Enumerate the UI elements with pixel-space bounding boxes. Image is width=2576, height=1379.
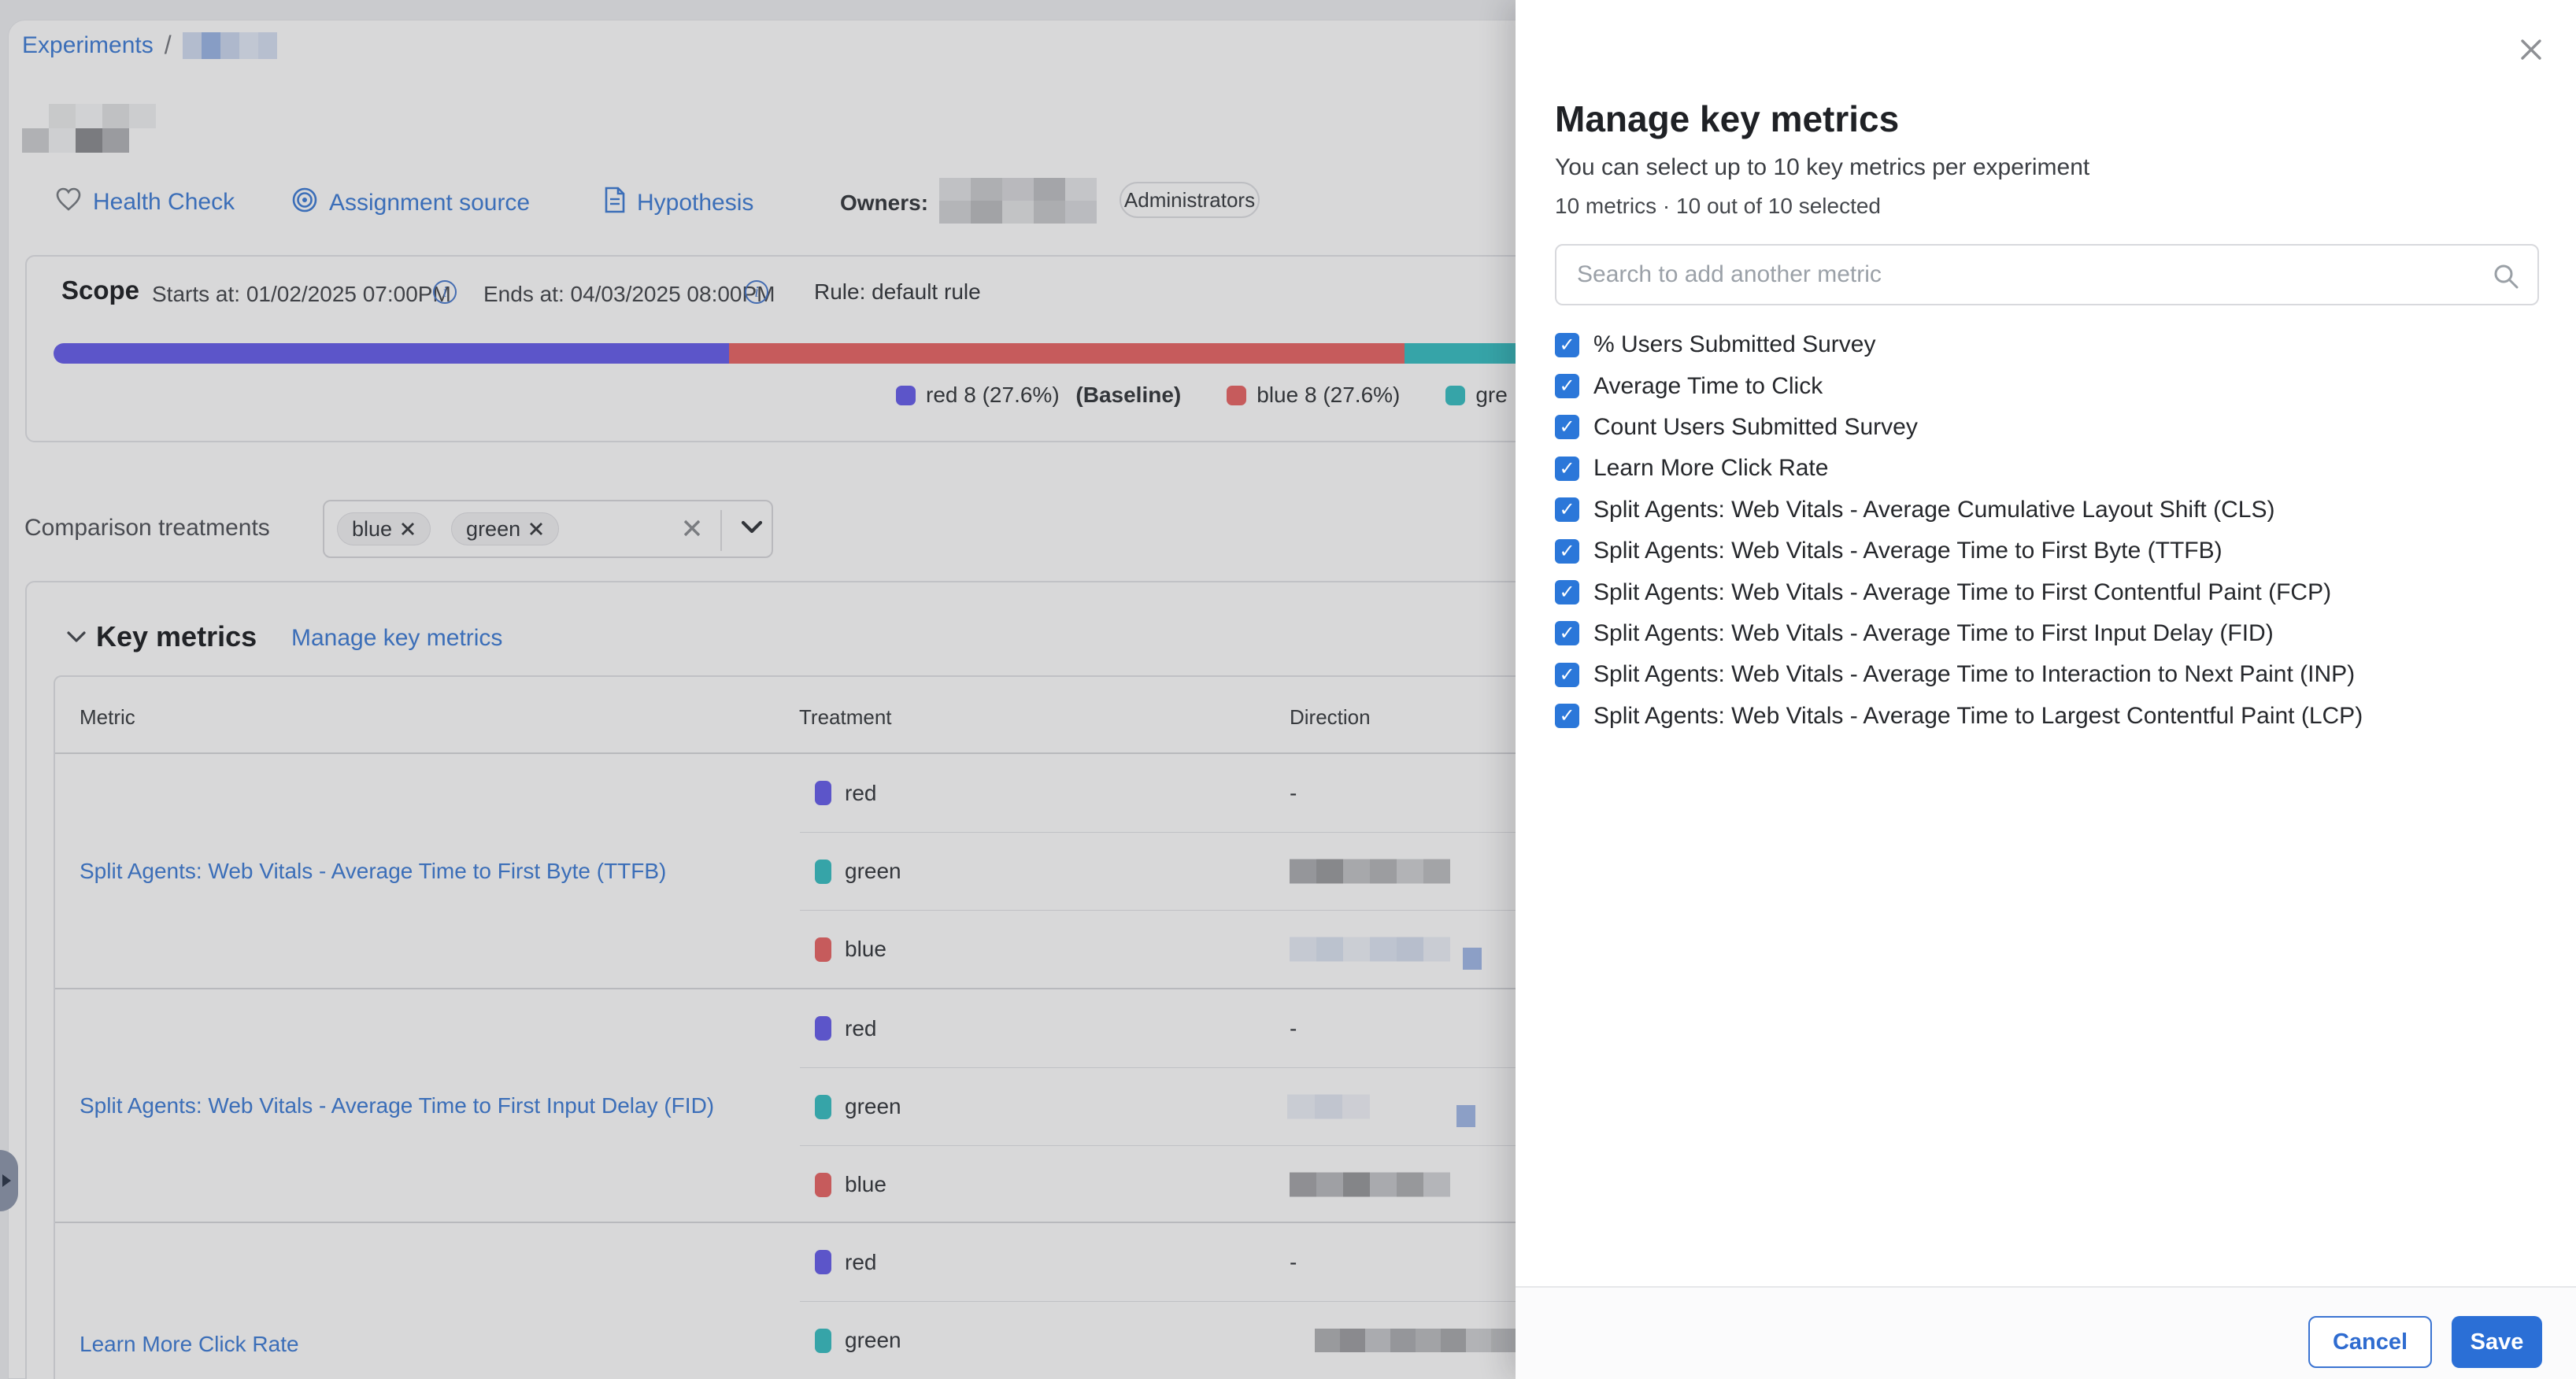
metric-option[interactable]: ✓ Split Agents: Web Vitals - Average Time… [1555, 654, 2547, 695]
metric-checkbox-list: ✓ % Users Submitted Survey ✓ Average Time t… [1555, 324, 2547, 737]
metric-option-label: Split Agents: Web Vitals - Average Time … [1593, 579, 2331, 606]
checkbox-checked-icon[interactable]: ✓ [1555, 457, 1579, 481]
metric-option-label: Split Agents: Web Vitals - Average Time … [1593, 538, 2223, 564]
metric-option[interactable]: ✓ Split Agents: Web Vitals - Average Time… [1555, 571, 2547, 612]
cancel-button[interactable]: Cancel [2308, 1316, 2432, 1368]
checkbox-checked-icon[interactable]: ✓ [1555, 374, 1579, 398]
close-icon[interactable] [2516, 35, 2548, 66]
checkbox-checked-icon[interactable]: ✓ [1555, 580, 1579, 604]
checkbox-checked-icon[interactable]: ✓ [1555, 621, 1579, 645]
metric-option-label: Split Agents: Web Vitals - Average Time … [1593, 703, 2363, 730]
metric-option[interactable]: ✓ Split Agents: Web Vitals - Average Time… [1555, 531, 2547, 571]
manage-key-metrics-drawer: Manage key metrics You can select up to … [1516, 0, 2576, 1379]
metric-option-label: Count Users Submitted Survey [1593, 414, 1918, 441]
metric-option-label: Split Agents: Web Vitals - Average Cumul… [1593, 497, 2274, 523]
save-button[interactable]: Save [2452, 1316, 2542, 1368]
modal-overlay[interactable] [0, 0, 1516, 1379]
app-root: Experiments / Health Check Assignment so… [0, 0, 2576, 1379]
checkbox-checked-icon[interactable]: ✓ [1555, 663, 1579, 687]
metric-option[interactable]: ✓ % Users Submitted Survey [1555, 324, 2547, 365]
metric-option[interactable]: ✓ Average Time to Click [1555, 365, 2547, 406]
checkbox-checked-icon[interactable]: ✓ [1555, 539, 1579, 564]
drawer-title: Manage key metrics [1555, 98, 1899, 140]
metric-option[interactable]: ✓ Count Users Submitted Survey [1555, 407, 2547, 448]
metric-option[interactable]: ✓ Split Agents: Web Vitals - Average Time… [1555, 696, 2547, 737]
metric-option-label: Split Agents: Web Vitals - Average Time … [1593, 661, 2355, 688]
metric-option[interactable]: ✓ Learn More Click Rate [1555, 448, 2547, 489]
metric-option[interactable]: ✓ Split Agents: Web Vitals - Average Time… [1555, 613, 2547, 654]
checkbox-checked-icon[interactable]: ✓ [1555, 497, 1579, 522]
metric-option-label: Split Agents: Web Vitals - Average Time … [1593, 620, 2274, 647]
drawer-selection-count: 10 metrics · 10 out of 10 selected [1555, 194, 1881, 219]
checkbox-checked-icon[interactable]: ✓ [1555, 415, 1579, 439]
metric-search [1555, 244, 2539, 305]
search-icon [2492, 262, 2520, 294]
metric-option-label: Learn More Click Rate [1593, 455, 1828, 482]
checkbox-checked-icon[interactable]: ✓ [1555, 333, 1579, 357]
metric-search-input[interactable] [1556, 246, 2537, 304]
metric-option[interactable]: ✓ Split Agents: Web Vitals - Average Cumu… [1555, 490, 2547, 531]
checkbox-checked-icon[interactable]: ✓ [1555, 704, 1579, 728]
drawer-subtitle: You can select up to 10 key metrics per … [1555, 154, 2089, 181]
drawer-footer: Cancel Save [1516, 1286, 2576, 1379]
metric-option-label: % Users Submitted Survey [1593, 331, 1875, 358]
metric-option-label: Average Time to Click [1593, 373, 1823, 400]
